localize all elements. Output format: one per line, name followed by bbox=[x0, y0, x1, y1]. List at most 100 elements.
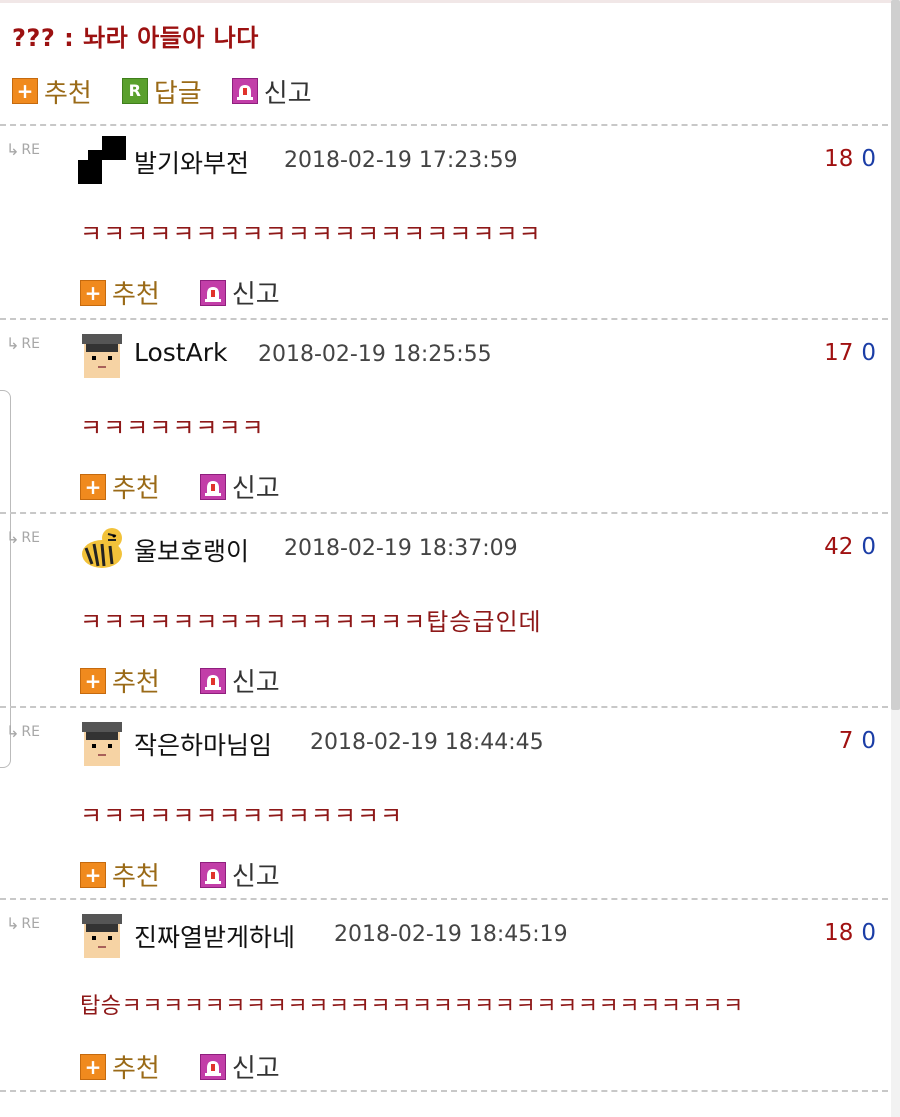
reply-arrow-icon: ↳ bbox=[6, 140, 20, 159]
checker-avatar[interactable] bbox=[78, 136, 126, 184]
recommend-count: 18 bbox=[824, 920, 854, 946]
comment-score: 18 0 bbox=[824, 920, 876, 946]
reply-arrow-icon: ↳ bbox=[6, 722, 20, 741]
reply-button[interactable]: R 답글 bbox=[121, 73, 202, 110]
siren-icon bbox=[199, 473, 226, 500]
quoted-comment-text: ??? : 놔라 아들아 나다 bbox=[12, 24, 259, 52]
comment-author[interactable]: 울보호랭이 bbox=[134, 532, 249, 568]
recommend-label: 추천 bbox=[112, 862, 160, 892]
scrollbar-track[interactable] bbox=[891, 0, 900, 1117]
recommend-button[interactable]: + 추천 bbox=[80, 274, 160, 311]
re-label: RE bbox=[21, 529, 40, 546]
comment-item: ↳ RE 울보호랭이 2018-02-19 18:37:09 42 0 ㅋㅋㅋㅋㅋㅋ… bbox=[0, 512, 888, 706]
recommend-label: 추천 bbox=[44, 78, 92, 109]
comment-text: ㅋㅋㅋㅋㅋㅋㅋㅋ bbox=[80, 414, 265, 442]
graduate-avatar[interactable] bbox=[78, 330, 126, 378]
comment-actions: + 추천 신고 bbox=[80, 662, 320, 699]
re-label: RE bbox=[21, 723, 40, 740]
report-button[interactable]: 신고 bbox=[199, 662, 280, 699]
comment-date: 2018-02-19 18:45:19 bbox=[334, 922, 568, 947]
reply-arrow-icon: ↳ bbox=[6, 528, 20, 547]
quoted-comment-actions: + 추천 R 답글 신고 bbox=[12, 73, 342, 110]
report-count: 0 bbox=[861, 340, 876, 366]
comment-item: ↳ RE 진짜열받게하네 2018-02-19 18:45:19 18 0 탑승ㅋㅋ… bbox=[0, 898, 888, 1092]
report-count: 0 bbox=[861, 534, 876, 560]
report-label: 신고 bbox=[231, 1054, 280, 1084]
recommend-label: 추천 bbox=[112, 474, 160, 504]
recommend-button[interactable]: + 추천 bbox=[80, 468, 160, 505]
comment-score: 42 0 bbox=[824, 534, 876, 560]
graduate-avatar[interactable] bbox=[78, 910, 126, 958]
recommend-label: 추천 bbox=[112, 668, 160, 698]
comment-actions: + 추천 신고 bbox=[80, 1048, 320, 1085]
report-label: 신고 bbox=[263, 78, 312, 109]
reply-marker: ↳ RE bbox=[6, 722, 40, 741]
tiger-avatar[interactable] bbox=[78, 524, 126, 572]
comment-date: 2018-02-19 18:25:55 bbox=[258, 342, 492, 367]
reply-marker: ↳ RE bbox=[6, 914, 40, 933]
reply-arrow-icon: ↳ bbox=[6, 334, 20, 353]
plus-icon: + bbox=[80, 861, 106, 888]
report-button[interactable]: 신고 bbox=[231, 73, 312, 110]
reply-label: 답글 bbox=[153, 78, 202, 109]
plus-icon: + bbox=[80, 1053, 106, 1080]
comment-item: ↳ RE 작은하마님임 2018-02-19 18:44:45 70 ㅋㅋㅋㅋㅋㅋ… bbox=[0, 706, 888, 894]
report-count: 0 bbox=[861, 920, 876, 946]
report-label: 신고 bbox=[231, 474, 280, 504]
scrollbar-thumb[interactable] bbox=[891, 0, 900, 710]
siren-icon bbox=[199, 279, 226, 306]
comment-text: 탑승ㅋㅋㅋㅋㅋㅋㅋㅋㅋㅋㅋㅋㅋㅋㅋㅋㅋㅋㅋㅋㅋㅋㅋㅋㅋㅋㅋㅋㅋㅋ bbox=[80, 994, 744, 1019]
re-label: RE bbox=[21, 915, 40, 932]
siren-icon bbox=[199, 1053, 226, 1080]
report-button[interactable]: 신고 bbox=[199, 468, 280, 505]
comment-date: 2018-02-19 18:37:09 bbox=[284, 536, 518, 561]
comment-item: ↳ RE 발기와부전 2018-02-19 17:23:59 18 0 ㅋㅋㅋㅋㅋㅋ… bbox=[0, 124, 888, 318]
siren-icon bbox=[231, 78, 258, 104]
siren-icon bbox=[199, 861, 226, 888]
recommend-button[interactable]: + 추천 bbox=[12, 73, 92, 110]
reply-icon: R bbox=[121, 78, 148, 104]
report-label: 신고 bbox=[231, 280, 280, 310]
recommend-count: 7 bbox=[838, 728, 854, 754]
comment-actions: + 추천 신고 bbox=[80, 274, 320, 311]
comment-text: ㅋㅋㅋㅋㅋㅋㅋㅋㅋㅋㅋㅋㅋㅋㅋ탑승급인데 bbox=[80, 608, 542, 636]
report-label: 신고 bbox=[231, 668, 280, 698]
recommend-count: 42 bbox=[824, 534, 854, 560]
recommend-label: 추천 bbox=[112, 280, 160, 310]
recommend-button[interactable]: + 추천 bbox=[80, 856, 160, 893]
reply-marker: ↳ RE bbox=[6, 140, 40, 159]
re-label: RE bbox=[21, 141, 40, 158]
recommend-count: 18 bbox=[824, 146, 854, 172]
comment-text: ㅋㅋㅋㅋㅋㅋㅋㅋㅋㅋㅋㅋㅋㅋ bbox=[80, 802, 404, 830]
comment-author[interactable]: 작은하마님임 bbox=[134, 726, 272, 762]
comment-actions: + 추천 신고 bbox=[80, 468, 320, 505]
report-button[interactable]: 신고 bbox=[199, 1048, 280, 1085]
plus-icon: + bbox=[12, 78, 38, 104]
comment-author[interactable]: LostArk bbox=[134, 338, 227, 367]
recommend-button[interactable]: + 추천 bbox=[80, 662, 160, 699]
comment-score: 18 0 bbox=[824, 146, 876, 172]
siren-icon bbox=[199, 667, 226, 694]
comment-date: 2018-02-19 18:44:45 bbox=[310, 730, 544, 755]
report-count: 0 bbox=[861, 728, 876, 754]
recommend-button[interactable]: + 추천 bbox=[80, 1048, 160, 1085]
plus-icon: + bbox=[80, 473, 106, 500]
report-count: 0 bbox=[861, 146, 876, 172]
top-divider bbox=[0, 0, 900, 3]
comment-score: 70 bbox=[839, 728, 876, 754]
recommend-count: 17 bbox=[824, 340, 854, 366]
report-label: 신고 bbox=[231, 862, 280, 892]
comment-score: 17 0 bbox=[824, 340, 876, 366]
comment-author[interactable]: 진짜열받게하네 bbox=[134, 918, 295, 954]
graduate-avatar[interactable] bbox=[78, 718, 126, 766]
comment-author[interactable]: 발기와부전 bbox=[134, 144, 249, 180]
report-button[interactable]: 신고 bbox=[199, 856, 280, 893]
report-button[interactable]: 신고 bbox=[199, 274, 280, 311]
comment-text: ㅋㅋㅋㅋㅋㅋㅋㅋㅋㅋㅋㅋㅋㅋㅋㅋㅋㅋㅋㅋ bbox=[80, 220, 542, 248]
comment-item: ↳ RE LostArk 2018-02-19 18:25:55 17 0 ㅋㅋㅋㅋ… bbox=[0, 318, 888, 512]
comment-date: 2018-02-19 17:23:59 bbox=[284, 148, 518, 173]
plus-icon: + bbox=[80, 279, 106, 306]
reply-marker: ↳ RE bbox=[6, 334, 40, 353]
comment-actions: + 추천 신고 bbox=[80, 856, 320, 893]
reply-marker: ↳ RE bbox=[6, 528, 40, 547]
